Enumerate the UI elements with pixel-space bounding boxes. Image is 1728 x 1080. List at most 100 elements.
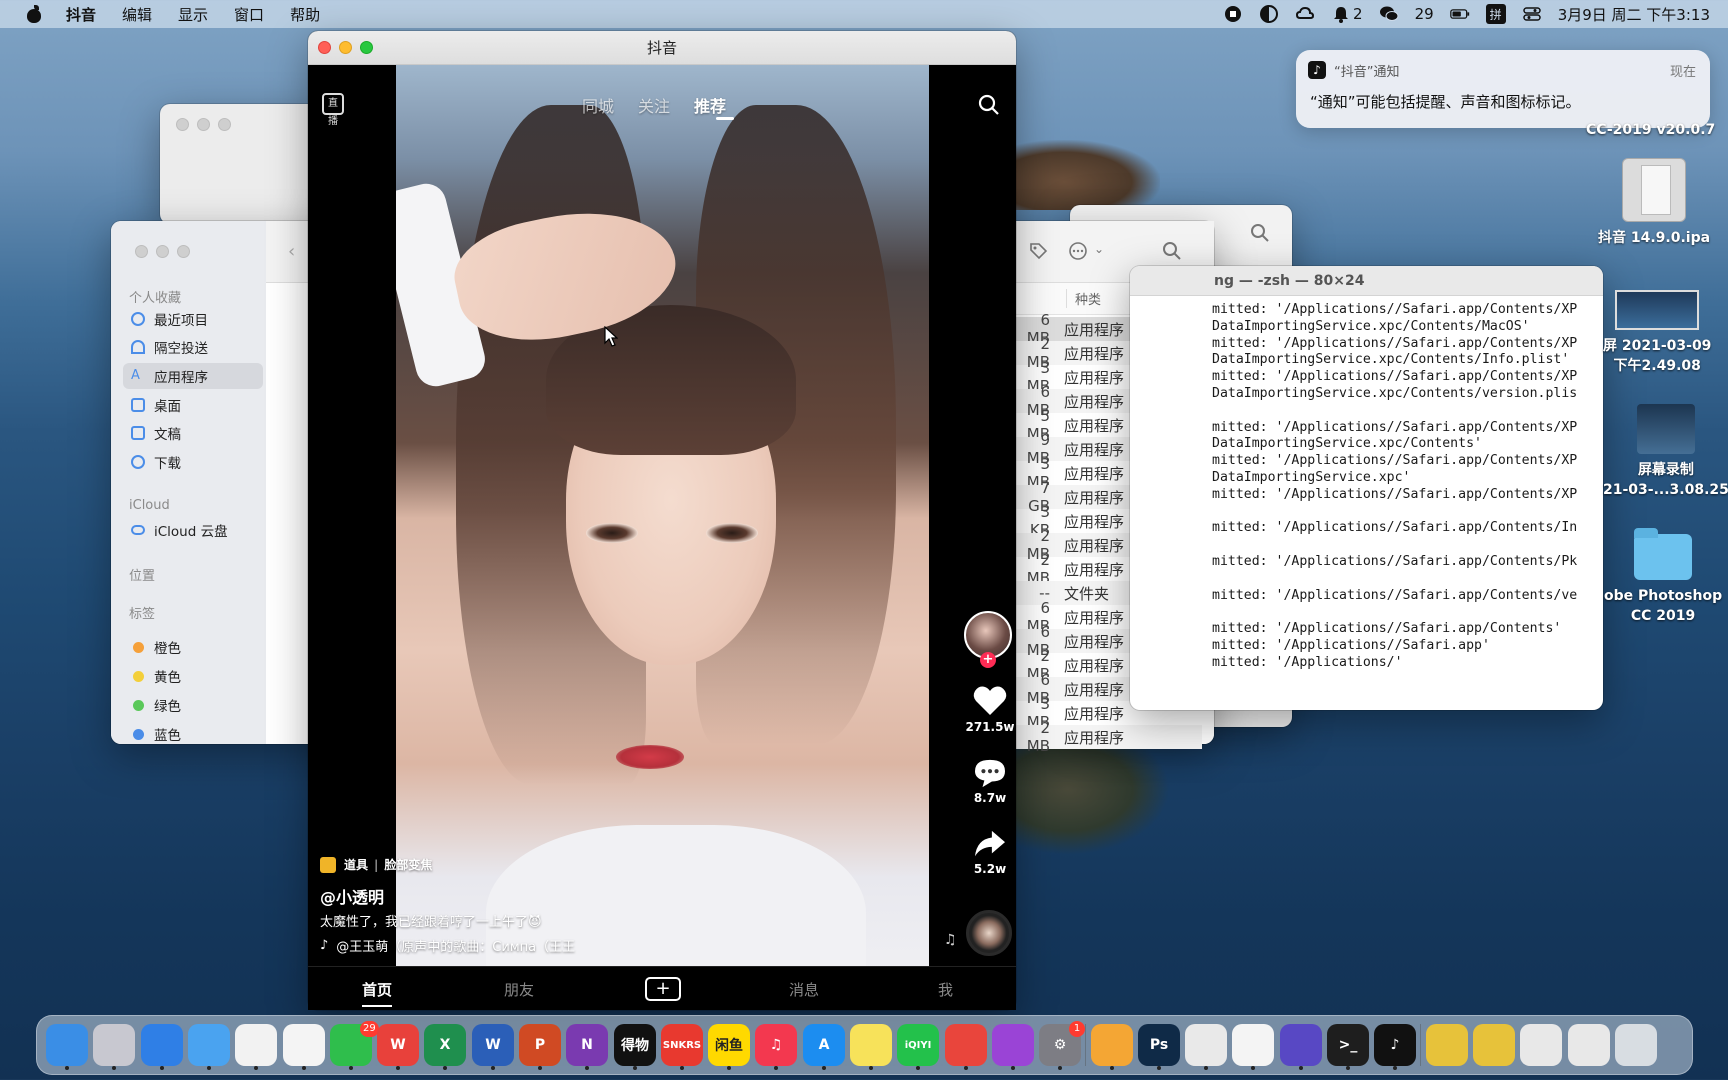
contrast-icon[interactable] (1259, 4, 1279, 24)
follow-plus-icon[interactable]: + (980, 652, 996, 668)
music-info[interactable]: ♪ @王玉萌（原声中的歌曲：Симпа（王王 (320, 936, 575, 955)
dock-preview-1-icon[interactable] (1520, 1024, 1562, 1066)
dock-launchpad-icon[interactable] (93, 1024, 135, 1066)
create-post-button[interactable]: + (645, 977, 681, 1001)
close-button[interactable] (318, 41, 331, 54)
creative-cloud-icon[interactable] (1295, 4, 1315, 24)
clock[interactable]: 3月9日 周二 下午3:13 (1558, 4, 1710, 25)
creator-username[interactable]: @小透明 (320, 884, 384, 908)
dock-trash-icon[interactable] (1615, 1024, 1657, 1066)
dock-word-icon[interactable]: W (472, 1024, 514, 1066)
dock-running-indicator (1058, 1066, 1062, 1070)
dock-iqiyi-icon[interactable]: iQIYI (897, 1024, 939, 1066)
dock-safari-icon[interactable] (141, 1024, 183, 1066)
dock-music-icon[interactable]: ♫ (755, 1024, 797, 1066)
dock-powerpoint-icon[interactable]: P (519, 1024, 561, 1066)
dock-douyin-icon[interactable]: ♪ (1374, 1024, 1416, 1066)
desktop-item-ipa[interactable]: 抖音 14.9.0.ipa (1598, 158, 1710, 248)
dock-qq2-icon[interactable] (1232, 1024, 1274, 1066)
dock-photos-icon[interactable] (235, 1024, 277, 1066)
desktop-item-screen-recording[interactable]: 屏幕录制 21-03-...3.08.25 (1603, 404, 1728, 500)
dock-pkg-1-icon[interactable] (1426, 1024, 1468, 1066)
dock-podcasts-icon[interactable] (992, 1024, 1034, 1066)
dock-pages-icon[interactable] (1091, 1024, 1133, 1066)
wechat-icon[interactable] (1379, 4, 1399, 24)
input-method-icon[interactable]: 拼 (1485, 4, 1506, 24)
share-button[interactable]: 5.2w (962, 829, 1018, 876)
back-icon[interactable]: ‹ (288, 241, 295, 262)
sidebar-item-documents[interactable]: 文稿 (123, 420, 263, 446)
nav-me[interactable]: 我 (938, 979, 953, 1000)
dock-excel-icon[interactable]: X (424, 1024, 466, 1066)
control-center-icon[interactable] (1522, 4, 1542, 24)
live-button[interactable]: 直播 (322, 93, 344, 127)
video-player[interactable] (396, 65, 929, 1010)
feed-tab[interactable]: 关注 (638, 93, 670, 117)
sidebar-item-airdrop[interactable]: 隔空投送 (123, 334, 263, 360)
terminal-window[interactable]: ng — -zsh — 80×24 mitted: '/Applications… (1130, 266, 1603, 710)
menu-window[interactable]: 窗口 (234, 4, 264, 25)
prop-icon (320, 856, 336, 873)
desktop-item-photoshop-folder[interactable]: obe Photoshop CC 2019 (1604, 528, 1722, 626)
menu-app-name[interactable]: 抖音 (66, 4, 96, 25)
dock-onenote-icon[interactable]: N (566, 1024, 608, 1066)
table-row[interactable]: 2 MB 应用程序 (1016, 719, 1202, 755)
effect-prop[interactable]: 道具 | 脸部变焦 (320, 856, 432, 873)
menu-edit[interactable]: 编辑 (122, 4, 152, 25)
search-icon[interactable] (1250, 223, 1270, 243)
terminal-output[interactable]: mitted: '/Applications//Safari.app/Conte… (1212, 302, 1577, 672)
window-controls[interactable] (318, 41, 373, 54)
feed-tab[interactable]: 同城 (582, 93, 614, 117)
sidebar-item-applications[interactable]: A 应用程序 (123, 363, 263, 389)
comment-button[interactable]: 8.7w (962, 758, 1018, 805)
menu-help[interactable]: 帮助 (290, 4, 320, 25)
background-window[interactable] (160, 104, 330, 224)
dock-preview-2-icon[interactable] (1568, 1024, 1610, 1066)
nav-home[interactable]: 首页 (362, 979, 393, 1007)
battery-icon[interactable] (1449, 4, 1470, 24)
dock-terminal-icon[interactable]: >_ (1327, 1024, 1369, 1066)
sidebar-item-recents[interactable]: 最近项目 (123, 306, 263, 332)
more-options-icon[interactable] (1068, 241, 1088, 261)
dock-photoshop-icon[interactable]: Ps (1138, 1024, 1180, 1066)
menu-view[interactable]: 显示 (178, 4, 208, 25)
dock-disk-utility-icon[interactable] (1280, 1024, 1322, 1066)
tag-icon[interactable] (1028, 241, 1048, 261)
dock-qq-icon[interactable] (283, 1024, 325, 1066)
sidebar-item-icloud-drive[interactable]: iCloud 云盘 (123, 517, 263, 543)
notification-bell-icon[interactable] (1331, 4, 1351, 24)
sidebar-tag[interactable]: 蓝色 (123, 721, 263, 744)
sidebar-item-downloads[interactable]: 下载 (123, 449, 263, 475)
dock-bear-icon[interactable] (945, 1024, 987, 1066)
dock-mail-icon[interactable] (188, 1024, 230, 1066)
desktop-item-screenshot[interactable]: 屏 2021-03-09 下午2.49.08 (1603, 290, 1711, 376)
sidebar-item-desktop[interactable]: 桌面 (123, 392, 263, 418)
dock-notes-icon[interactable] (850, 1024, 892, 1066)
dock-wps-icon[interactable]: W (377, 1024, 419, 1066)
dock-snkrs-icon[interactable]: SNKRS (661, 1024, 703, 1066)
apple-menu-icon[interactable] (24, 5, 46, 23)
dock-finder-icon[interactable] (46, 1024, 88, 1066)
dock-app-store-icon[interactable]: A (803, 1024, 845, 1066)
search-icon[interactable] (978, 94, 1000, 116)
sidebar-tag[interactable]: 橙色 (123, 634, 263, 660)
desktop-item-photoshop-installer[interactable]: CC-2019 v20.0.7 (1586, 120, 1715, 140)
column-header-kind[interactable]: 种类 (1066, 289, 1101, 308)
dock-xianyu-icon[interactable]: 闲鱼 (708, 1024, 750, 1066)
minimize-button[interactable] (339, 41, 352, 54)
dock-pkg-2-icon[interactable] (1473, 1024, 1515, 1066)
sidebar-tag[interactable]: 绿色 (123, 692, 263, 718)
chevron-down-icon[interactable]: ⌄ (1094, 242, 1104, 256)
music-disc[interactable] (966, 910, 1012, 956)
nav-messages[interactable]: 消息 (789, 979, 819, 1000)
search-icon[interactable] (1162, 241, 1182, 261)
zoom-button[interactable] (360, 41, 373, 54)
dock-dewu-icon[interactable]: 得物 (614, 1024, 656, 1066)
sidebar-tag[interactable]: 黄色 (123, 663, 263, 689)
notification-banner[interactable]: ♪ “抖音”通知 现在 “通知”可能包括提醒、声音和图标标记。 (1296, 50, 1710, 128)
like-button[interactable]: 271.5w (962, 685, 1018, 734)
nav-friends[interactable]: 朋友 (504, 979, 534, 1000)
dock-chrome-icon[interactable] (1185, 1024, 1227, 1066)
record-stop-icon[interactable] (1223, 4, 1243, 24)
feed-tab[interactable]: 推荐 (694, 93, 726, 117)
